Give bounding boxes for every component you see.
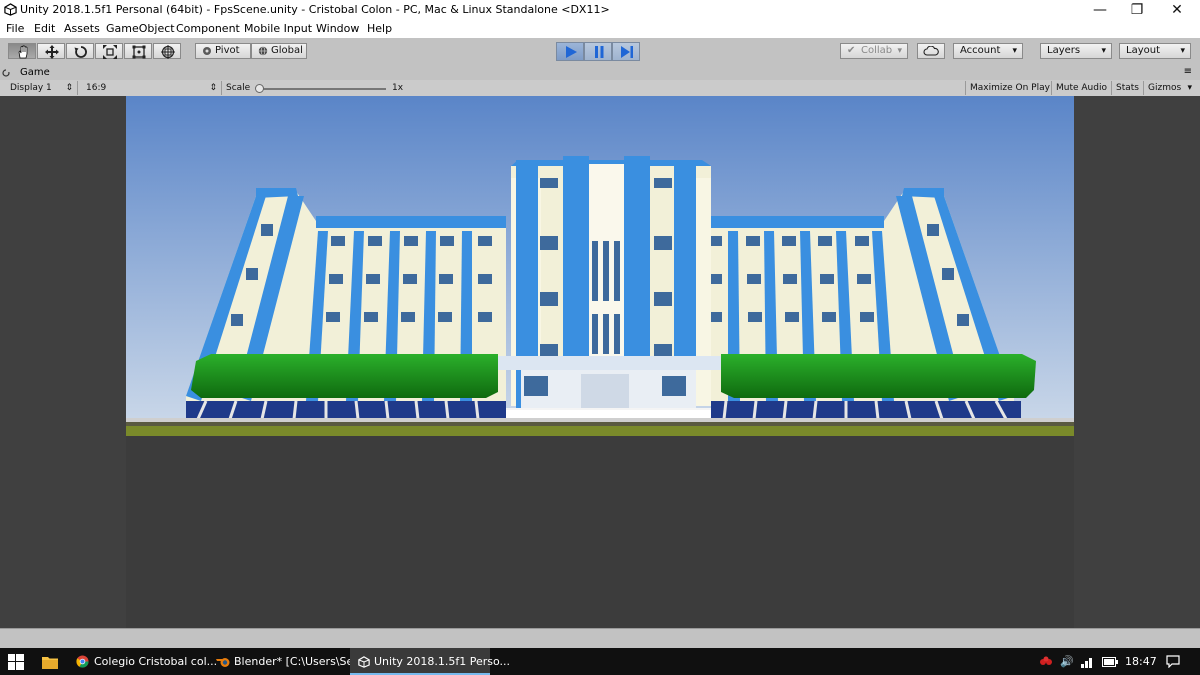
tray-app-icon[interactable] — [1039, 656, 1053, 668]
hand-icon — [18, 45, 28, 59]
chevron-down-icon: ▾ — [897, 46, 902, 56]
scale-slider-track[interactable] — [258, 88, 386, 90]
game-tab-icon — [2, 69, 10, 77]
globe-icon — [258, 46, 268, 56]
status-bar — [0, 628, 1200, 649]
pivot-label: Pivot — [215, 45, 240, 56]
display-dropdown[interactable]: Display 1 ⇕ — [6, 81, 78, 95]
unity-icon — [358, 656, 370, 668]
global-toggle[interactable]: Global — [251, 43, 307, 59]
cloud-button[interactable] — [917, 43, 945, 59]
game-tab-header: Game ≡ — [0, 66, 1200, 80]
scale-control: Scale 1x — [222, 81, 408, 95]
pause-icon — [595, 46, 604, 58]
account-label: Account — [960, 45, 1001, 56]
school-building-render — [126, 96, 1074, 628]
step-icon — [621, 46, 633, 58]
taskbar-item-label: Unity 2018.1.5f1 Perso... — [374, 655, 511, 668]
windows-start-icon[interactable] — [8, 654, 24, 670]
step-button[interactable] — [612, 42, 640, 61]
taskbar-item-label: Blender* [C:\Users\Se... — [234, 655, 364, 668]
game-render[interactable] — [126, 96, 1074, 628]
stats-toggle[interactable]: Stats — [1112, 81, 1144, 95]
aspect-dropdown[interactable]: 16:9 ⇕ — [82, 81, 222, 95]
volume-icon[interactable]: 🔊 — [1060, 648, 1074, 675]
windows-taskbar: Colegio Cristobal col... Blender* [C:\Us… — [0, 648, 1200, 675]
aspect-label: 16:9 — [86, 83, 107, 93]
taskbar-item-label: Colegio Cristobal col... — [94, 655, 218, 668]
rect-transform-icon — [132, 45, 146, 59]
account-dropdown[interactable]: Account — [953, 43, 1023, 59]
stats-label: Stats — [1116, 83, 1139, 93]
layout-label: Layout — [1126, 45, 1160, 56]
menu-assets[interactable]: Assets — [64, 22, 100, 35]
clock-time[interactable]: 18:47 — [1125, 648, 1157, 675]
close-button[interactable]: ✕ — [1154, 0, 1200, 20]
pivot-icon — [203, 47, 211, 55]
layout-dropdown[interactable]: Layout — [1119, 43, 1191, 59]
updown-icon: ⇕ — [65, 83, 73, 93]
taskbar-item-unity[interactable]: Unity 2018.1.5f1 Perso... — [350, 648, 510, 675]
tab-menu-icon[interactable]: ≡ — [1184, 66, 1192, 77]
file-explorer-icon[interactable] — [42, 655, 58, 669]
mute-audio-toggle[interactable]: Mute Audio — [1052, 81, 1112, 95]
game-view-controls: Display 1 ⇕ 16:9 ⇕ Scale 1x Maximize On … — [0, 80, 1200, 97]
updown-icon: ⇕ — [209, 83, 217, 93]
notification-icon[interactable] — [1166, 655, 1180, 668]
unity-logo-icon — [4, 3, 17, 16]
hand-tool-button[interactable] — [8, 43, 36, 59]
pause-button[interactable] — [584, 42, 612, 61]
rotate-tool-button[interactable] — [66, 43, 94, 59]
game-tab-label[interactable]: Game — [20, 67, 50, 78]
maximize-on-play-toggle[interactable]: Maximize On Play — [965, 81, 1052, 95]
rotate-icon — [74, 46, 87, 58]
menu-gameobject[interactable]: GameObject — [106, 22, 175, 35]
menu-edit[interactable]: Edit — [34, 22, 55, 35]
display-label: Display 1 — [10, 83, 52, 93]
title-bar: Unity 2018.1.5f1 Personal (64bit) - FpsS… — [0, 0, 1200, 20]
scale-slider-thumb[interactable] — [255, 84, 264, 93]
maximize-on-play-label: Maximize On Play — [970, 83, 1050, 93]
check-icon: ✔ — [847, 45, 856, 56]
menu-help[interactable]: Help — [367, 22, 392, 35]
layers-dropdown[interactable]: Layers — [1040, 43, 1112, 59]
play-icon — [566, 46, 577, 58]
scale-value: 1x — [392, 83, 404, 93]
menu-file[interactable]: File — [6, 22, 24, 35]
layers-label: Layers — [1047, 45, 1081, 56]
scale-icon — [103, 45, 117, 59]
scale-tool-button[interactable] — [95, 43, 123, 59]
move-tool-button[interactable] — [37, 43, 65, 59]
transform-tool-button[interactable] — [153, 43, 181, 59]
gizmos-dropdown[interactable]: Gizmos ▾ — [1144, 81, 1194, 95]
taskbar-item-blender[interactable]: Blender* [C:\Users\Se... — [210, 648, 364, 675]
gizmos-label: Gizmos — [1148, 83, 1182, 93]
window-title: Unity 2018.1.5f1 Personal (64bit) - FpsS… — [20, 3, 610, 16]
mute-audio-label: Mute Audio — [1056, 83, 1107, 93]
cloud-icon — [923, 46, 939, 56]
menu-window[interactable]: Window — [316, 22, 359, 35]
move-icon — [45, 45, 59, 59]
global-label: Global — [271, 45, 303, 56]
game-view[interactable] — [0, 96, 1200, 628]
taskbar-item-chrome[interactable]: Colegio Cristobal col... — [70, 648, 217, 675]
pivot-toggle[interactable]: Pivot — [195, 43, 251, 59]
menu-component[interactable]: Component — [176, 22, 240, 35]
battery-icon[interactable] — [1102, 657, 1118, 667]
play-button[interactable] — [556, 42, 584, 61]
network-icon[interactable] — [1081, 656, 1095, 668]
collab-label: Collab — [861, 45, 893, 56]
rect-tool-button[interactable] — [124, 43, 152, 59]
transform-icon — [161, 45, 175, 59]
blender-icon — [216, 658, 230, 667]
scale-label: Scale — [226, 83, 251, 93]
menu-mobile-input[interactable]: Mobile Input — [244, 22, 312, 35]
chrome-icon — [76, 655, 89, 668]
chevron-down-icon: ▾ — [1187, 83, 1192, 93]
collab-dropdown[interactable]: ✔ Collab ▾ — [840, 43, 908, 59]
menu-bar: File Edit Assets GameObject Component Mo… — [0, 20, 1200, 38]
